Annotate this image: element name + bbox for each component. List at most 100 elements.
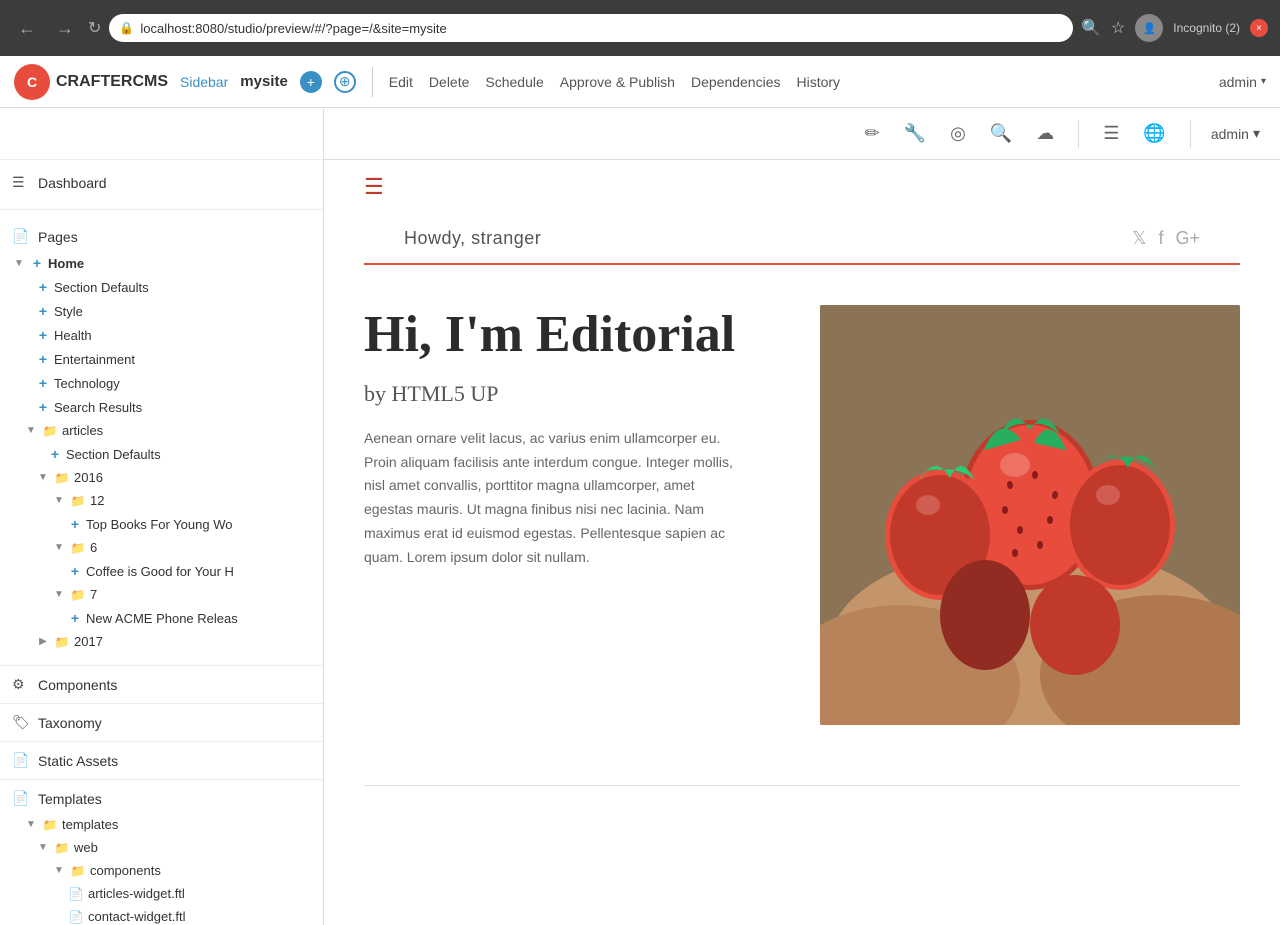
sidebar-item-taxonomy[interactable]: 🏷 Taxonomy [0,708,323,737]
sidebar-item-dashboard[interactable]: ☰ Dashboard [0,168,323,197]
toggle-icon: ▼ [24,425,38,436]
url-bar[interactable]: 🔒 localhost:8080/studio/preview/#/?page=… [109,14,1073,42]
templates-icon: 📄 [12,790,30,807]
components-label: Components [38,677,117,693]
plus-icon: + [68,516,82,532]
tree-item-articles[interactable]: ▼ 📁 articles [0,419,323,442]
toggle-icon: ▼ [36,842,50,853]
year-2016-label: 2016 [74,470,103,485]
cms-logo-text: CRAFTERCMS [56,73,168,91]
dependencies-button[interactable]: Dependencies [691,74,781,90]
tree-item-acme-phone[interactable]: + New ACME Phone Releas [0,606,323,630]
admin-menu[interactable]: admin ▾ [1211,125,1260,142]
add-site-icon[interactable]: + [300,71,322,93]
tree-item-2016[interactable]: ▼ 📁 2016 [0,466,323,489]
menu-icon[interactable]: ☰ [1099,119,1123,148]
tree-item-components-folder[interactable]: ▼ 📁 components [0,859,323,882]
templates-label: Templates [38,791,102,807]
incognito-label: Incognito (2) [1173,21,1240,35]
twitter-icon[interactable]: 𝕏 [1132,228,1147,249]
hero-image [820,305,1240,725]
social-icons: 𝕏 f G+ [1132,228,1200,249]
target-icon[interactable]: ◎ [946,119,970,148]
edit-button[interactable]: Edit [389,74,413,90]
tree-item-section-defaults-2[interactable]: + Section Defaults [0,442,323,466]
tree-item-articles-widget[interactable]: 📄 articles-widget.ftl [0,882,323,905]
user-chevron-icon: ▾ [1261,76,1266,87]
plus-icon: + [36,351,50,367]
site-settings-icon[interactable]: ⊕ [334,71,356,93]
sidebar-item-components[interactable]: ⚙ Components [0,670,323,699]
section-defaults-2-label: Section Defaults [66,447,161,462]
section-defaults-1-label: Section Defaults [54,280,149,295]
upload-icon[interactable]: ☁ [1032,119,1058,148]
tree-item-technology[interactable]: + Technology [0,371,323,395]
tree-item-web-folder[interactable]: ▼ 📁 web [0,836,323,859]
editorial-top-bar: ☰ [324,160,1280,214]
components-icon: ⚙ [12,676,30,693]
tree-item-search-results[interactable]: + Search Results [0,395,323,419]
browser-chrome: ← → ↻ 🔒 localhost:8080/studio/preview/#/… [0,0,1280,56]
sidebar-toggle-button[interactable]: Sidebar [180,74,228,90]
toggle-icon: ▼ [52,495,66,506]
sidebar-item-templates[interactable]: 📄 Templates [0,784,323,813]
tree-item-entertainment[interactable]: + Entertainment [0,347,323,371]
admin-chevron-icon: ▾ [1253,125,1260,142]
pages-label: Pages [38,229,78,245]
wrench-icon[interactable]: 🔧 [900,119,930,148]
divider-3 [0,703,323,704]
tree-item-style[interactable]: + Style [0,299,323,323]
tree-item-month-12[interactable]: ▼ 📁 12 [0,489,323,512]
article-1-label: Top Books For Young Wo [86,517,232,532]
hamburger-icon[interactable]: ☰ [364,174,384,200]
plus-icon: + [68,563,82,579]
approve-publish-button[interactable]: Approve & Publish [560,74,675,90]
reload-button[interactable]: ↻ [88,18,101,38]
delete-button[interactable]: Delete [429,74,469,90]
tree-item-contact-widget[interactable]: 📄 contact-widget.ftl [0,905,323,925]
entertainment-label: Entertainment [54,352,135,367]
search-icon[interactable]: 🔍 [1081,18,1101,38]
divider-5 [0,779,323,780]
month-7-label: 7 [90,587,97,602]
schedule-button[interactable]: Schedule [485,74,543,90]
tree-item-health[interactable]: + Health [0,323,323,347]
tree-item-month-6[interactable]: ▼ 📁 6 [0,536,323,559]
forward-button[interactable]: → [50,14,80,43]
dashboard-icon: ☰ [12,174,30,191]
strawberry-image [820,305,1240,725]
plus-icon: + [36,303,50,319]
toggle-icon: ▼ [12,258,26,269]
tree-item-coffee[interactable]: + Coffee is Good for Your H [0,559,323,583]
sidebar-item-static-assets[interactable]: 📄 Static Assets [0,746,323,775]
history-button[interactable]: History [796,74,840,90]
googleplus-icon[interactable]: G+ [1175,228,1200,249]
back-button[interactable]: ← [12,14,42,43]
divider-2 [0,665,323,666]
search-icon[interactable]: 🔍 [986,119,1016,148]
plus-icon: + [36,375,50,391]
components-folder-label: components [90,863,161,878]
divider-1 [0,209,323,210]
globe-icon[interactable]: 🌐 [1139,119,1169,148]
tree-item-2017[interactable]: ▶ 📁 2017 [0,630,323,653]
main-layout: ☰ Dashboard 📄 Pages ▼ + Home + Section D… [0,108,1280,925]
tree-item-home[interactable]: ▼ + Home [0,251,323,275]
sidebar-section-pages: 📄 Pages ▼ + Home + Section Defaults + St… [0,214,323,661]
toggle-icon: ▼ [36,472,50,483]
technology-label: Technology [54,376,120,391]
sidebar-item-pages[interactable]: 📄 Pages [0,222,323,251]
tree-item-section-defaults-1[interactable]: + Section Defaults [0,275,323,299]
folder-icon: 📁 [54,471,70,485]
user-menu[interactable]: admin ▾ [1219,74,1266,90]
plus-icon: + [36,399,50,415]
tree-item-templates-folder[interactable]: ▼ 📁 templates [0,813,323,836]
user-label: admin [1219,74,1257,90]
bookmark-icon[interactable]: ☆ [1111,18,1125,38]
contact-widget-label: contact-widget.ftl [88,909,186,924]
close-button[interactable]: × [1250,19,1268,37]
pencil-icon[interactable]: ✏ [861,119,884,148]
facebook-icon[interactable]: f [1158,228,1163,249]
tree-item-top-books[interactable]: + Top Books For Young Wo [0,512,323,536]
tree-item-month-7[interactable]: ▼ 📁 7 [0,583,323,606]
